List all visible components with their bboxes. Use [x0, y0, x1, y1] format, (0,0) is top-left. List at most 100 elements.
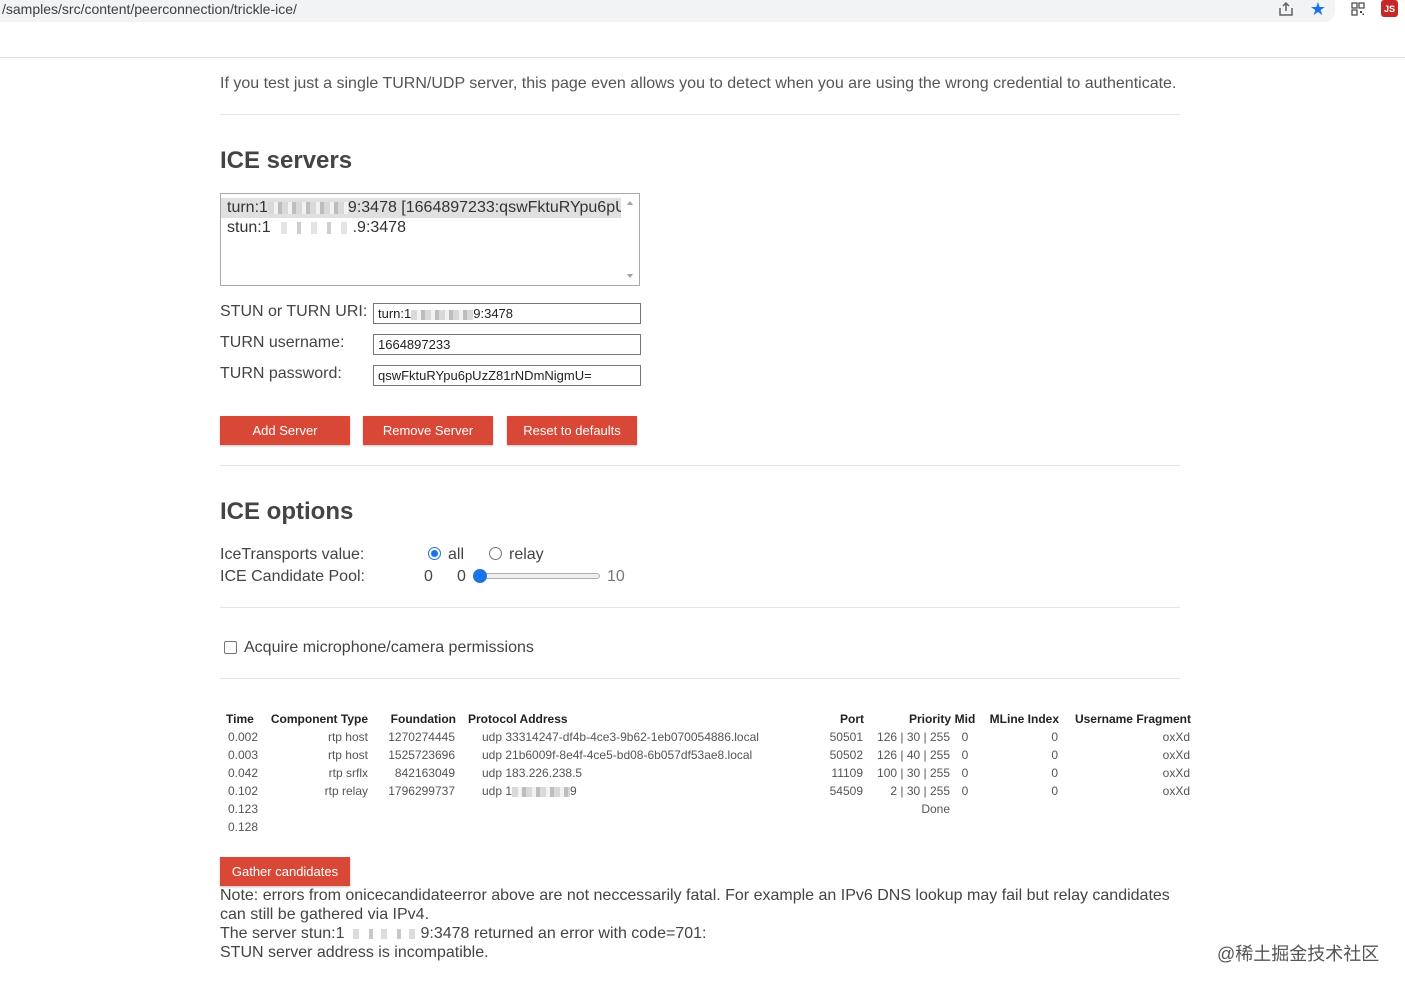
server-suffix: .9:3478: [352, 219, 406, 236]
cell-mline: 0: [1051, 730, 1058, 744]
cell-time: 0.002: [228, 730, 259, 744]
cell-protocol-address: udp 33314247-df4b-4ce3-9b62-1eb070054886…: [482, 730, 759, 744]
transport-relay-radio[interactable]: [489, 547, 502, 560]
cell-mline: 0: [1051, 766, 1058, 780]
permissions-checkbox[interactable]: [224, 641, 237, 654]
cell-protocol-address: [456, 818, 818, 836]
cell-ufrag: oxXd: [1162, 766, 1190, 780]
uri-input[interactable]: turn:1 9:3478: [373, 303, 641, 324]
candidate-pool-min: 0: [457, 568, 466, 585]
divider: [220, 114, 1180, 115]
bookmark-star-icon[interactable]: ★: [1309, 0, 1327, 18]
permissions-label[interactable]: Acquire microphone/camera permissions: [244, 639, 534, 657]
divider: [220, 607, 1180, 608]
cell-component: rtp relay: [324, 784, 368, 798]
password-label: TURN password:: [220, 365, 342, 382]
cell-component: rtp srflx: [328, 766, 368, 780]
server-prefix: turn:1: [227, 199, 268, 216]
cell-mline: 0: [1051, 748, 1058, 762]
cell-priority: 126 | 30 | 255: [877, 730, 950, 744]
cell-time: 0.128: [228, 820, 259, 834]
error-note: Note: errors from onicecandidateerror ab…: [220, 886, 1185, 962]
reset-defaults-button[interactable]: Reset to defaults: [507, 416, 637, 445]
relay-address-suffix: 9: [570, 784, 577, 798]
share-icon[interactable]: [1277, 0, 1295, 18]
gather-candidates-button[interactable]: Gather candidates: [220, 857, 350, 886]
cell-mline: [979, 800, 1059, 818]
cell-mid: 0: [961, 748, 969, 762]
cell-component: rtp host: [327, 730, 368, 744]
cell-time: 0.102: [228, 784, 259, 798]
cell-foundation: [368, 818, 456, 836]
redacted-ip: [267, 201, 348, 214]
cell-protocol-address: udp 21b6009f-8e4f-4ce5-bd08-6b057df53ae8…: [482, 748, 753, 762]
cell-protocol-address: udp 1 9: [456, 782, 818, 800]
error-message: The server stun:1 9:3478 returned an erro…: [220, 924, 1185, 943]
server-option[interactable]: stun:1 .9:3478: [221, 218, 621, 238]
candidate-pool-slider-track[interactable]: [478, 573, 600, 579]
cell-foundation: 1525723696: [388, 748, 455, 762]
browser-toolbar: /samples/src/content/peerconnection/tric…: [0, 0, 1405, 58]
remove-server-button[interactable]: Remove Server: [363, 416, 493, 445]
cell-port: 54509: [829, 784, 863, 798]
cell-port: 50502: [829, 748, 863, 762]
cell-mline: [979, 818, 1059, 836]
table-header-row: Time Component Type Foundation Protocol …: [226, 710, 1191, 728]
password-input[interactable]: qswFktuRYpu6pUzZ81rNDmNigmU=: [373, 365, 641, 386]
cell-port: 11109: [831, 766, 863, 780]
cell-priority: 126 | 40 | 255: [877, 748, 950, 762]
cell-mid: [951, 800, 979, 818]
col-foundation: Foundation: [390, 712, 456, 726]
javascript-extension-icon[interactable]: JS: [1381, 0, 1398, 17]
error-detail: STUN server address is incompatible.: [220, 944, 489, 961]
redacted-ip: [411, 309, 474, 320]
cell-ufrag: [1059, 818, 1191, 836]
cell-ufrag: oxXd: [1162, 784, 1190, 798]
transport-relay-label: relay: [509, 546, 544, 563]
cell-foundation: 842163049: [394, 766, 455, 780]
address-bar[interactable]: /samples/src/content/peerconnection/tric…: [0, 0, 1335, 22]
candidate-pool-slider-thumb[interactable]: [473, 569, 487, 583]
cell-ufrag: oxXd: [1162, 748, 1190, 762]
cell-mline: 0: [1051, 784, 1058, 798]
cell-component: [270, 800, 368, 818]
ice-transports-label: IceTransports value:: [220, 546, 365, 563]
ice-options-heading: ICE options: [220, 498, 354, 525]
server-listbox[interactable]: turn:1 9:3478 [1664897233:qswFktuRYpu6pUz…: [220, 193, 640, 286]
qr-code-icon[interactable]: [1349, 0, 1367, 18]
listbox-scrollbar[interactable]: [622, 194, 639, 285]
col-priority: Priority: [908, 712, 951, 726]
cell-time: 0.042: [228, 766, 259, 780]
error-suffix: 9:3478 returned an error with code=701:: [420, 925, 707, 942]
intro-text: If you test just a single TURN/UDP serve…: [220, 75, 1177, 92]
note-text: Note: errors from onicecandidateerror ab…: [220, 887, 1170, 923]
redacted-ip: [512, 786, 571, 797]
cell-time: 0.123: [228, 802, 259, 816]
cell-protocol-address: [456, 800, 818, 818]
col-protocol-address: Protocol Address: [468, 712, 568, 726]
username-input[interactable]: 1664897233: [373, 334, 641, 355]
cell-mid: 0: [961, 730, 969, 744]
cell-foundation: 1270274445: [388, 730, 455, 744]
candidate-pool-value: 0: [424, 568, 433, 585]
uri-label: STUN or TURN URI:: [220, 303, 368, 320]
cell-time: 0.003: [228, 748, 259, 762]
cell-priority: [864, 818, 951, 836]
cell-protocol-address: udp 183.226.238.5: [482, 766, 583, 780]
col-mid: Mid: [954, 712, 976, 726]
uri-suffix: 9:3478: [473, 306, 514, 321]
divider: [220, 678, 1180, 679]
relay-address-prefix: udp 1: [482, 784, 513, 798]
cell-port: [818, 818, 864, 836]
transport-all-radio[interactable]: [428, 547, 441, 560]
url-text[interactable]: /samples/src/content/peerconnection/tric…: [2, 0, 297, 18]
error-prefix: The server stun:1: [220, 925, 345, 942]
username-label: TURN username:: [220, 334, 345, 351]
add-server-button[interactable]: Add Server: [220, 416, 350, 445]
server-option[interactable]: turn:1 9:3478 [1664897233:qswFktuRYpu6pUz…: [221, 198, 621, 218]
cell-ufrag: oxXd: [1162, 730, 1190, 744]
cell-mid: 0: [961, 766, 969, 780]
scroll-up-arrow-icon[interactable]: [627, 201, 633, 205]
cell-component: [270, 818, 368, 836]
scroll-down-arrow-icon[interactable]: [627, 274, 633, 278]
